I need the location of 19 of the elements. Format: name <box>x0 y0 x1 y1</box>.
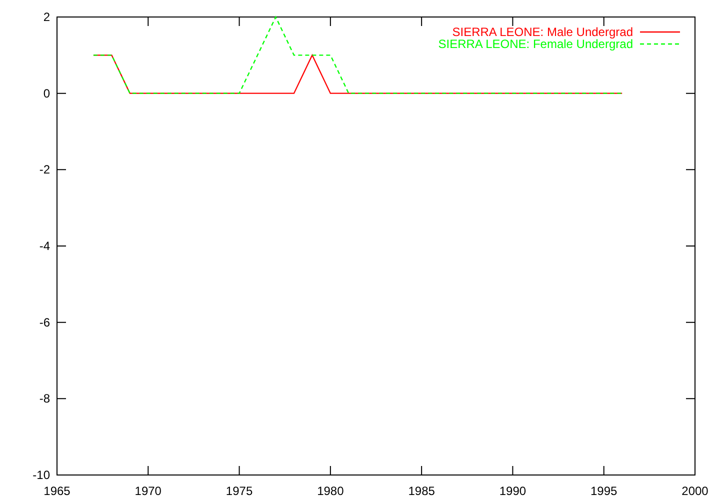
y-tick-label: -8 <box>39 392 50 406</box>
x-tick-label: 1995 <box>590 484 618 498</box>
legend-label: SIERRA LEONE: Female Undergrad <box>438 37 633 51</box>
x-tick-label: 2000 <box>682 484 708 498</box>
x-tick-label: 1970 <box>134 484 162 498</box>
y-tick-label: 0 <box>43 86 50 100</box>
x-tick-label: 1985 <box>408 484 435 498</box>
legend-line <box>640 43 680 45</box>
y-tick-label: -2 <box>39 162 50 177</box>
legend-line <box>640 31 680 33</box>
x-tick-label: 1990 <box>499 484 526 498</box>
y-tick-label: 2 <box>43 10 50 24</box>
x-tick-label: 1975 <box>226 484 253 498</box>
y-tick-label: -10 <box>32 468 50 482</box>
x-tick-label: 1965 <box>44 484 70 498</box>
legend-label: SIERRA LEONE: Male Undergrad <box>452 25 633 39</box>
y-tick-label: -6 <box>39 315 50 330</box>
x-tick-label: 1980 <box>317 484 344 498</box>
y-tick-label: -4 <box>39 239 50 253</box>
